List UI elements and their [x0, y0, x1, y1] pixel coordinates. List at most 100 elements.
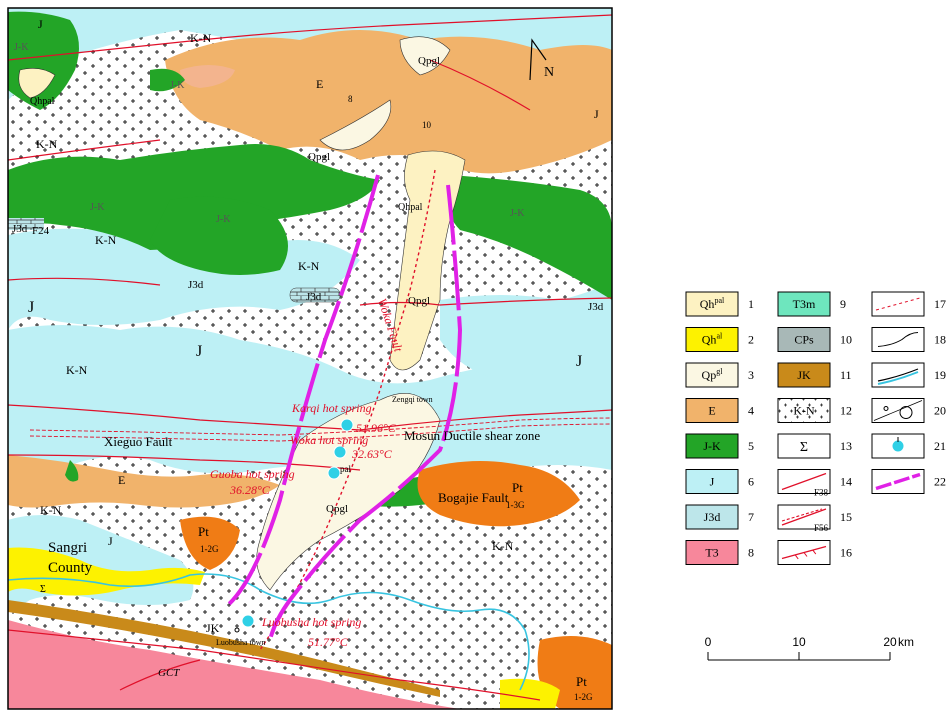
label-qpgl-low: Qpgl [326, 503, 348, 515]
scale-tick-10: 10 [792, 635, 806, 649]
legend-number-21: 21 [934, 439, 946, 453]
label-county: County [48, 560, 93, 576]
label-luobusha-town: Luobusha town [216, 638, 266, 647]
label-jk-top: J-K [170, 80, 185, 91]
legend-item-3: Qpgl 3 [685, 362, 754, 388]
legend-number-11: 11 [840, 368, 852, 382]
legend-item-11: JK 11 [777, 362, 852, 388]
label-mosun-zone: Mosun Ductile shear zone [404, 428, 540, 443]
label-j-nw: J [38, 17, 43, 31]
legend-label-4: E [708, 404, 715, 418]
spring-karqi [340, 418, 354, 432]
legend-number-17: 17 [934, 297, 946, 311]
spring-label-woka-temp: 32.63°C [351, 447, 393, 461]
label-j3d-west: J3d [12, 223, 28, 235]
legend-label-7: J3d [704, 510, 721, 524]
legend-number-5: 5 [748, 439, 754, 453]
label-j-center: J [196, 343, 202, 360]
legend-label-9: T3m [793, 297, 816, 311]
label-j-east: J [576, 353, 582, 370]
legend-label-10: CPs [794, 333, 814, 347]
legend-label-13: Σ [800, 440, 808, 455]
legend-number-6: 6 [748, 475, 754, 489]
legend-number-3: 3 [748, 368, 754, 382]
label-e-low: E [118, 473, 125, 487]
label-qpgl-top: Qpgl [418, 55, 440, 67]
legend-number-14: 14 [840, 475, 852, 489]
legend-number-7: 7 [748, 510, 754, 524]
label-j3d-small: J3d [306, 291, 322, 303]
label-pt-east-sub: 1-3G [506, 500, 525, 510]
label-e-top: E [316, 77, 323, 91]
label-jk-nw: J-K [14, 42, 29, 53]
label-j3d-center: J3d [188, 279, 204, 291]
legend-number-4: 4 [748, 404, 754, 418]
figure-page: { "colors": { "qhpal": "#fdf2c2", "qhal"… [0, 0, 948, 717]
label-xieguo-fault: Xieguo Fault [104, 434, 173, 449]
label-gct: GCT [158, 667, 180, 679]
legend-number-16: 16 [840, 546, 852, 560]
spring-label-luobusha-name: Luobusha hot spring [261, 615, 361, 629]
label-kn-top: K-N [190, 31, 212, 45]
label-jk-south: JK [206, 621, 220, 635]
spring-label-guoba-name: Guoba hot spring [210, 467, 295, 481]
label-j-sw: J [108, 534, 113, 548]
label-kn-lower-w: K-N [66, 363, 88, 377]
label-jk-center: J-K [216, 214, 231, 225]
legend-number-19: 19 [934, 368, 946, 382]
spring-luobusha [241, 614, 255, 628]
legend-label-15: F56 [814, 523, 829, 533]
legend-label-5: J-K [703, 439, 721, 453]
legend-item-20: 20 [871, 398, 946, 423]
legend-label-12: K-N [793, 404, 815, 418]
label-pt-se-sub: 1-2G [574, 692, 593, 702]
legend-item-6: J6 [685, 469, 754, 494]
legend-number-15: 15 [840, 510, 852, 524]
legend-item-18: 18 [871, 327, 946, 352]
legend-item-21: 21 [871, 433, 946, 459]
legend-item-13: Σ 13 [777, 433, 852, 459]
legend-number-2: 2 [748, 333, 754, 347]
spring-label-luobusha-temp: 51.77°C [308, 635, 349, 649]
legend-number-9: 9 [840, 297, 846, 311]
legend: Qhpal 1Qhal 2Qpgl 3E 4J-K 5J 6J3d 7T3 8T3m 9CPs 10… [685, 291, 946, 661]
label-pt-center: Pt [198, 524, 209, 539]
scale-tick-20: 20 [883, 635, 897, 649]
label-qhpal-valley: Qhpal [398, 202, 423, 213]
legend-label-6: J [710, 475, 715, 489]
label-pal: pal [340, 464, 351, 474]
label-qpgl-valley: Qpgl [408, 295, 430, 307]
legend-swatch-18 [871, 327, 925, 352]
label-j-ne: J [594, 107, 599, 121]
label-dip-10: 10 [422, 120, 432, 130]
legend-number-13: 13 [840, 439, 852, 453]
legend-number-20: 20 [934, 404, 946, 418]
legend-item-7: J3d 7 [685, 504, 754, 530]
legend-label-14: F38 [814, 488, 829, 498]
label-j3d-east: J3d [588, 301, 604, 313]
label-qpgl-mid: Qpgl [308, 151, 330, 163]
legend-number-12: 12 [840, 404, 852, 418]
label-jk-west: J-K [90, 202, 105, 213]
label-pt-se: Pt [576, 674, 587, 689]
label-dip-8: 8 [348, 94, 353, 104]
label-sigma-sw: Σ [40, 584, 46, 595]
legend-item-4: E4 [685, 398, 754, 423]
legend-item-10: CPs 10 [777, 327, 852, 352]
label-kn-center-w: K-N [95, 233, 117, 247]
label-kn-center: K-N [298, 259, 320, 273]
label-kn-sw: K-N [40, 503, 62, 517]
legend-item-19: 19 [871, 362, 946, 388]
label-j-west: J [28, 299, 34, 316]
legend-item-17: 17 [871, 291, 946, 317]
legend-item-5: J-K 5 [685, 433, 754, 459]
legend-swatch-17 [871, 291, 925, 317]
label-pt-center-sub: 1-2G [200, 544, 219, 554]
scale-bar: 0 10 20 km [705, 635, 914, 661]
label-f24: F24 [32, 225, 50, 237]
legend-number-10: 10 [840, 333, 852, 347]
legend-number-1: 1 [748, 297, 754, 311]
spring-label-woka-name: Woka hot spring [290, 433, 368, 447]
label-jk-east: J-K [510, 208, 525, 219]
legend-item-22: 22 [871, 469, 946, 494]
